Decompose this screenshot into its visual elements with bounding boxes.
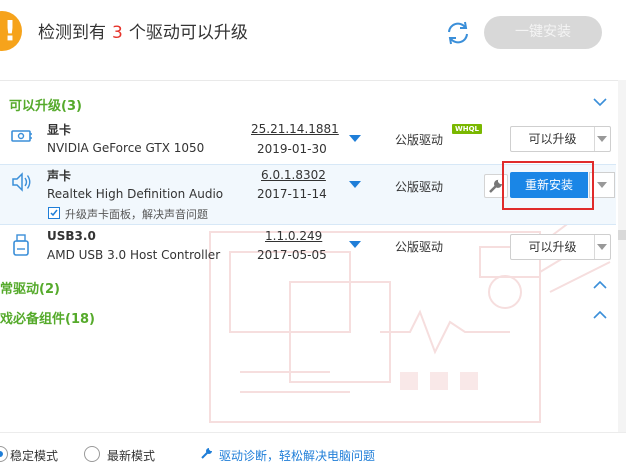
section-normal-drivers[interactable]: 常驱动(2) (0, 278, 60, 297)
latest-mode-label[interactable]: 最新模式 (107, 447, 155, 464)
warning-icon: ! (0, 11, 22, 51)
page-title: 检测到有 3 个驱动可以升级 (38, 18, 248, 43)
driver-version-link[interactable]: 6.0.1.8302 (261, 168, 326, 182)
header-bar: ! 检测到有 3 个驱动可以升级 一键安装 (0, 0, 626, 81)
usb-drive-icon (13, 234, 29, 256)
version-dropdown-caret[interactable] (349, 135, 361, 142)
checkmark-icon (50, 209, 58, 217)
upgrade-button-label[interactable]: 可以升级 (511, 127, 595, 151)
upgrade-panel-checkbox[interactable] (48, 207, 60, 219)
radio-selected-dot (0, 451, 3, 457)
whql-badge: WHQL (452, 124, 482, 134)
upgrade-panel-note: 升级声卡面板，解决声音问题 (65, 208, 208, 221)
chevron-up-icon[interactable] (593, 280, 607, 290)
section-essential-components[interactable]: 戏必备组件(18) (0, 308, 95, 327)
scrollbar[interactable] (618, 80, 626, 432)
driver-type: 公版驱动 (395, 133, 444, 147)
driver-row-gpu: 显卡 NVIDIA GeForce GTX 1050 25.21.14.1881… (0, 114, 616, 164)
title-prefix: 检测到有 (38, 23, 106, 43)
upgrade-button-label[interactable]: 可以升级 (511, 235, 595, 259)
update-count: 3 (112, 23, 123, 43)
scrollbar-thumb[interactable] (618, 230, 626, 240)
latest-mode-radio[interactable] (84, 446, 100, 462)
driver-row-usb: USB3.0 AMD USB 3.0 Host Controller 1.1.0… (0, 224, 616, 274)
chevron-down-icon[interactable] (593, 97, 607, 107)
upgrade-button[interactable]: 可以升级 (510, 126, 611, 152)
highlight-annotation-box (502, 161, 594, 210)
device-model: NVIDIA GeForce GTX 1050 (47, 141, 205, 155)
chevron-up-icon[interactable] (593, 310, 607, 320)
driver-date: 2017-05-05 (257, 248, 327, 262)
driver-date: 2017-11-14 (257, 187, 327, 201)
chevron-down-icon[interactable] (597, 182, 607, 188)
driver-type: 公版驱动 (395, 180, 444, 194)
upgrade-button[interactable]: 可以升级 (510, 234, 611, 260)
chevron-down-icon[interactable] (597, 136, 607, 142)
driver-type: 公版驱动 (395, 240, 444, 254)
wrench-icon (201, 448, 212, 459)
stable-mode-label[interactable]: 稳定模式 (10, 447, 58, 464)
footer-bar: 稳定模式 最新模式 驱动诊断，轻松解决电脑问题 (0, 432, 626, 463)
section-upgradable[interactable]: 可以升级(3) (9, 95, 82, 114)
stable-mode-radio[interactable] (0, 446, 8, 462)
speaker-icon (12, 172, 31, 192)
driver-date: 2019-01-30 (257, 142, 327, 156)
device-model: AMD USB 3.0 Host Controller (47, 248, 221, 262)
title-suffix: 个驱动可以升级 (128, 23, 248, 43)
driver-version-link[interactable]: 25.21.14.1881 (251, 122, 339, 136)
driver-version-link[interactable]: 1.1.0.249 (265, 229, 322, 243)
refresh-icon[interactable] (443, 18, 473, 48)
gpu-card-icon (11, 130, 32, 142)
device-name: 显卡 (47, 123, 72, 137)
version-dropdown-caret[interactable] (349, 181, 361, 188)
device-name: 声卡 (47, 169, 72, 183)
driver-diagnose-link[interactable]: 驱动诊断，轻松解决电脑问题 (219, 447, 375, 464)
device-model: Realtek High Definition Audio (47, 187, 224, 201)
install-all-button[interactable]: 一键安装 (484, 16, 602, 49)
device-name: USB3.0 (47, 229, 96, 243)
version-dropdown-caret[interactable] (349, 241, 361, 248)
chevron-down-icon[interactable] (597, 244, 607, 250)
